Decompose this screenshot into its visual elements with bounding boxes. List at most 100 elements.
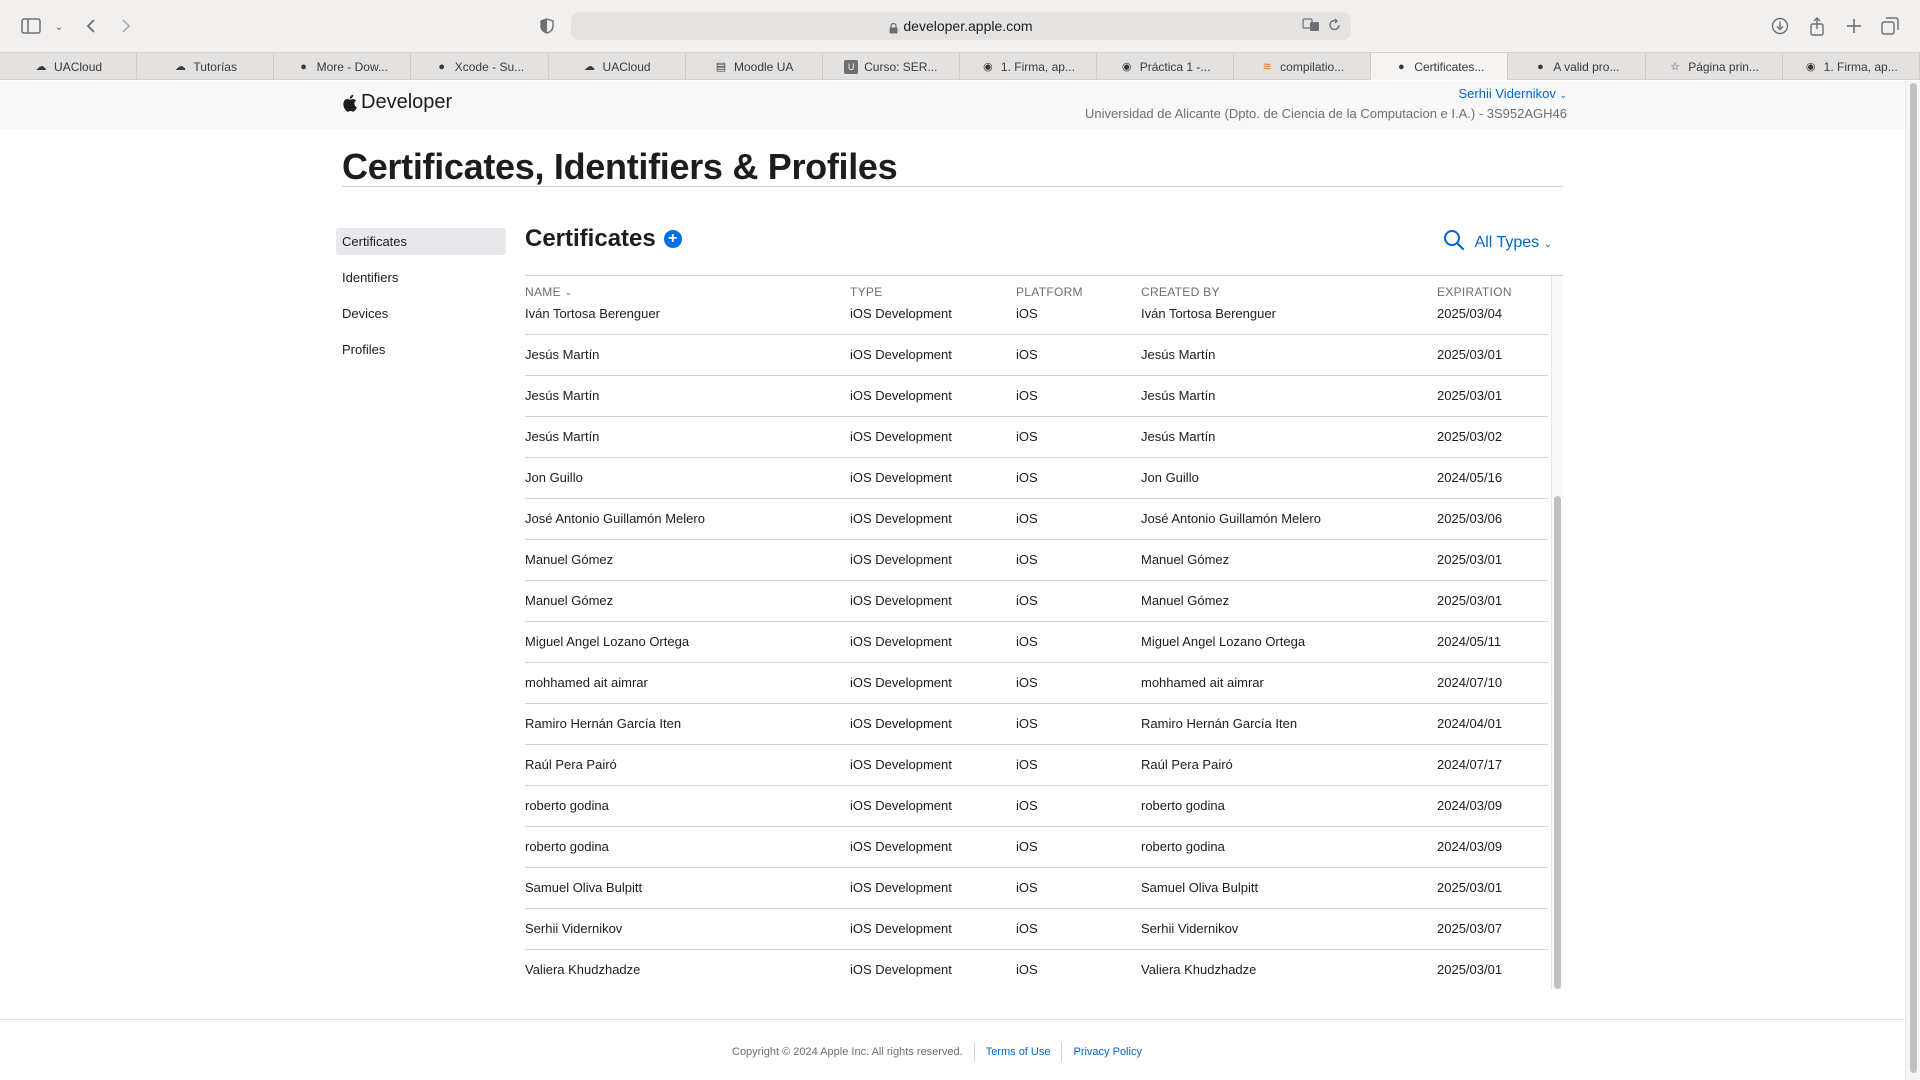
account-name-button[interactable]: Serhii Vidernikov ⌄	[1085, 86, 1567, 101]
browser-tab[interactable]: ☁ UACloud	[549, 53, 686, 80]
share-icon[interactable]	[1804, 13, 1830, 39]
reload-icon[interactable]	[1328, 18, 1341, 35]
privacy-shield-icon[interactable]	[534, 13, 560, 39]
browser-tab[interactable]: ≋ compilatio...	[1234, 53, 1372, 80]
table-row[interactable]: Jon Guillo iOS Development iOS Jon Guillo 20…	[525, 458, 1548, 499]
cell-expiration: 2025/03/04	[1437, 306, 1503, 321]
cell-platform: iOS	[1016, 757, 1038, 772]
cell-expiration: 2024/07/10	[1437, 675, 1503, 690]
table-row[interactable]: roberto godina iOS Development iOS roberto …	[525, 827, 1548, 868]
forward-icon[interactable]	[113, 13, 139, 39]
sidebar: Certificates Identifiers Devices Profile…	[336, 228, 506, 372]
cell-type: iOS Development	[850, 552, 952, 567]
cell-name: Jesús Martín	[525, 388, 600, 403]
table-row[interactable]: Jesús Martín iOS Development iOS Jesús Mart…	[525, 335, 1548, 376]
browser-tab[interactable]: ☁ UACloud	[0, 53, 138, 80]
table-row[interactable]: mohhamed ait aimrar iOS Development iOS moh…	[525, 663, 1548, 704]
table-row[interactable]: roberto godina iOS Development iOS roberto …	[525, 786, 1548, 827]
terms-of-use-link[interactable]: Terms of Use	[986, 1046, 1051, 1058]
cell-type: iOS Development	[850, 798, 952, 813]
table-row[interactable]: Jesús Martín iOS Development iOS Jesús Mart…	[525, 417, 1548, 458]
sidebar-toggle-icon[interactable]	[18, 13, 44, 39]
search-icon[interactable]	[1443, 229, 1465, 256]
scrollbar-thumb[interactable]	[1910, 83, 1917, 1073]
browser-tab[interactable]: ▤ Moodle UA	[686, 53, 823, 80]
table-row[interactable]: Manuel Gómez iOS Development iOS Manuel Góm…	[525, 581, 1548, 622]
new-tab-icon[interactable]	[1841, 13, 1867, 39]
sidebar-item-profiles[interactable]: Profiles	[336, 336, 506, 363]
downloads-icon[interactable]	[1767, 13, 1793, 39]
tab-label: Curso: SER...	[864, 59, 938, 74]
address-bar[interactable]: developer.apple.com	[571, 12, 1351, 40]
column-header-expiration: EXPIRATION	[1437, 285, 1512, 299]
table-row[interactable]: Ramiro Hernán García Iten iOS Development…	[525, 704, 1548, 745]
cell-expiration: 2024/07/17	[1437, 757, 1503, 772]
cell-platform: iOS	[1016, 962, 1038, 977]
tab-label: Xcode - Su...	[454, 59, 525, 74]
tab-overview-icon[interactable]	[1877, 13, 1903, 39]
browser-tab[interactable]: ☆ Página prin...	[1646, 53, 1783, 80]
browser-tab-active[interactable]: ● Certificates...	[1371, 53, 1509, 80]
cell-type: iOS Development	[850, 634, 952, 649]
table-row[interactable]: Miguel Angel Lozano Ortega iOS Developmen…	[525, 622, 1548, 663]
sidebar-item-certificates[interactable]: Certificates	[336, 228, 506, 255]
cell-expiration: 2024/04/01	[1437, 716, 1503, 731]
table-row[interactable]: Valiera Khudzhadze iOS Development iOS Vali…	[525, 950, 1548, 990]
tab-label: Certificates...	[1414, 59, 1485, 74]
privacy-policy-link[interactable]: Privacy Policy	[1073, 1046, 1141, 1058]
cell-created-by: Manuel Gómez	[1141, 552, 1230, 567]
browser-tab[interactable]: ◉ 1. Firma, ap...	[960, 53, 1097, 80]
browser-tab[interactable]: ☁ Tutorías	[137, 53, 275, 80]
table-row[interactable]: Samuel Oliva Bulpitt iOS Development iOS Sa…	[525, 868, 1548, 909]
account-menu: Serhii Vidernikov ⌄ Universidad de Alica…	[1085, 86, 1567, 121]
sidebar-item-devices[interactable]: Devices	[336, 300, 506, 327]
cell-name: Raúl Pera Pairó	[525, 757, 617, 772]
apple-icon: ●	[1537, 60, 1544, 73]
cell-platform: iOS	[1016, 921, 1038, 936]
table-row[interactable]: Serhii Vidernikov iOS Development iOS Serhi…	[525, 909, 1548, 950]
cell-expiration: 2025/03/07	[1437, 921, 1503, 936]
cell-created-by: Iván Tortosa Berenguer	[1141, 306, 1276, 321]
divider	[1061, 1042, 1063, 1062]
cell-type: iOS Development	[850, 511, 952, 526]
cell-name: Serhii Vidernikov	[525, 921, 623, 936]
table-row[interactable]: Jesús Martín iOS Development iOS Jesús Mart…	[525, 376, 1548, 417]
browser-tab[interactable]: ● More - Dow...	[274, 53, 412, 80]
browser-tab[interactable]: ◉ Práctica 1 -...	[1097, 53, 1235, 80]
cell-created-by: Valiera Khudzhadze	[1141, 962, 1257, 977]
team-name: Universidad de Alicante (Dpto. de Cienci…	[1085, 106, 1567, 121]
table-scrollbar[interactable]	[1551, 276, 1563, 990]
cell-created-by: roberto godina	[1141, 798, 1225, 813]
column-header-name[interactable]: NAME ⌄	[525, 285, 572, 299]
sidebar-item-identifiers[interactable]: Identifiers	[336, 264, 506, 291]
cell-platform: iOS	[1016, 511, 1038, 526]
type-filter-dropdown[interactable]: All Types ⌄	[1475, 234, 1552, 252]
table-body: Iván Tortosa Berenguer iOS Development iOS…	[525, 294, 1548, 990]
cell-created-by: Samuel Oliva Bulpitt	[1141, 880, 1259, 895]
chevron-down-icon[interactable]: ⌄	[46, 13, 72, 39]
page-scrollbar[interactable]	[1905, 81, 1920, 1080]
cell-created-by: Jesús Martín	[1141, 388, 1216, 403]
filter-bar: All Types ⌄	[1443, 229, 1552, 256]
back-icon[interactable]	[78, 13, 104, 39]
tab-label: Tutorías	[193, 59, 237, 74]
cell-created-by: Ramiro Hernán García Iten	[1141, 716, 1298, 731]
browser-tab[interactable]: ● Xcode - Su...	[411, 53, 549, 80]
cell-platform: iOS	[1016, 798, 1038, 813]
browser-tab[interactable]: ◉ 1. Firma, ap...	[1783, 53, 1920, 80]
url-text: developer.apple.com	[903, 18, 1033, 34]
browser-tab[interactable]: U Curso: SER...	[823, 53, 960, 80]
tab-label: 1. Firma, ap...	[1000, 59, 1075, 74]
translate-icon[interactable]	[1302, 18, 1320, 35]
cell-platform: iOS	[1016, 716, 1038, 731]
browser-tab[interactable]: ● A valid pro...	[1508, 53, 1646, 80]
developer-logo[interactable]: Developer	[342, 91, 452, 114]
tab-label: Moodle UA	[734, 59, 794, 74]
table-row[interactable]: José Antonio Guillamón Melero iOS Develop…	[525, 499, 1548, 540]
cell-created-by: Miguel Angel Lozano Ortega	[1141, 634, 1306, 649]
cell-platform: iOS	[1016, 593, 1038, 608]
scrollbar-thumb[interactable]	[1554, 496, 1561, 989]
table-row[interactable]: Raúl Pera Pairó iOS Development iOS Raúl Pe…	[525, 745, 1548, 786]
add-certificate-button[interactable]: +	[663, 230, 682, 248]
table-row[interactable]: Manuel Gómez iOS Development iOS Manuel Góm…	[525, 540, 1548, 581]
